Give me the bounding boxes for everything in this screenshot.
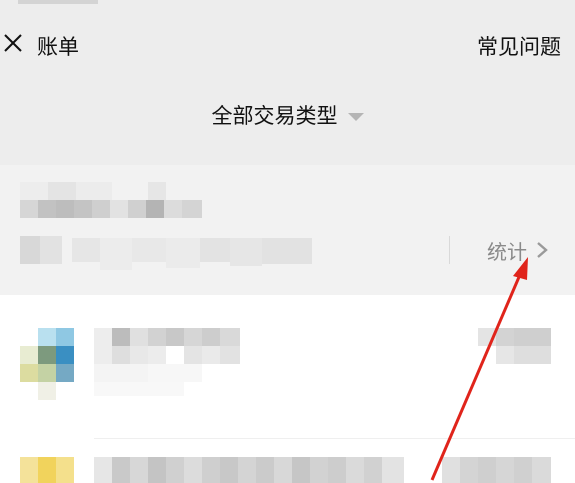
chevron-right-icon <box>537 242 548 258</box>
status-bar <box>0 0 575 10</box>
transaction-type-dropdown[interactable]: 全部交易类型 <box>212 100 364 130</box>
caret-down-icon <box>347 113 364 121</box>
stats-button[interactable]: 统计 <box>487 236 549 264</box>
close-button[interactable] <box>2 32 24 54</box>
transaction-type-filter: 全部交易类型 <box>0 100 575 140</box>
page-title: 账单 <box>37 35 79 59</box>
transaction-type-label: 全部交易类型 <box>211 104 338 128</box>
stats-label: 统计 <box>487 239 527 264</box>
row-divider <box>94 438 575 439</box>
list-item[interactable] <box>0 452 575 483</box>
navbar: 账单 常见问题 <box>0 22 575 70</box>
summary-divider <box>449 236 450 264</box>
list-item[interactable] <box>0 318 575 423</box>
faq-button[interactable]: 常见问题 <box>477 31 561 61</box>
close-icon <box>4 34 22 52</box>
